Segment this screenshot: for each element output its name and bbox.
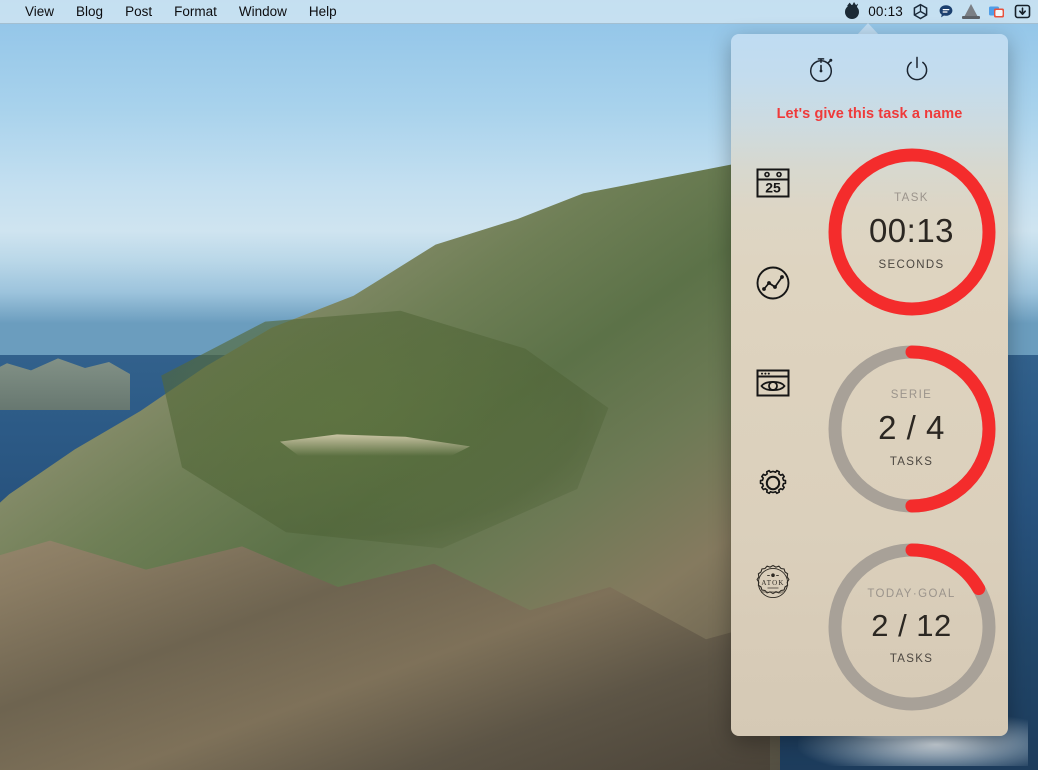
statistics-button[interactable]	[750, 260, 796, 306]
task-name-prompt[interactable]: Let's give this task a name	[731, 106, 1008, 122]
stopwatch-icon	[810, 58, 833, 83]
brand-wordmark: ATOK	[761, 579, 784, 587]
menu-item-view[interactable]: View	[14, 2, 65, 22]
menubar-timer-clock[interactable]: 00:13	[868, 4, 903, 19]
serie-ring-top-label: SERIE	[890, 389, 933, 402]
serie-ring-bottom-label: TASKS	[889, 456, 934, 469]
desktop-screen: View Blog Post Format Window Help 00:13	[0, 0, 1038, 770]
settings-button[interactable]	[750, 460, 796, 506]
serie-ring[interactable]: SERIE 2 / 4 TASKS	[822, 339, 1002, 518]
menu-item-post[interactable]: Post	[114, 2, 163, 22]
progress-rings: TASK 00:13 SECONDS SERIE 2 / 4 TASKS TOD…	[815, 136, 1008, 716]
pomodoro-popover-panel: Let's give this task a name 25 ATOK time…	[731, 34, 1008, 736]
menu-item-format[interactable]: Format	[163, 2, 228, 22]
window-eye-icon	[756, 369, 790, 397]
task-ring-bottom-label: SECONDS	[878, 259, 945, 272]
task-ring[interactable]: TASK 00:13 SECONDS	[822, 142, 1002, 321]
power-button[interactable]	[900, 52, 934, 86]
brand-button[interactable]: ATOK time · manager	[750, 560, 796, 606]
today-goal-ring[interactable]: TODAY·GOAL 2 / 12 TASKS	[822, 537, 1002, 716]
menu-item-help[interactable]: Help	[298, 2, 348, 22]
chat-bubble-icon[interactable]	[938, 4, 954, 20]
menu-bar: View Blog Post Format Window Help 00:13	[0, 0, 1038, 24]
calendar-day-number: 25	[765, 180, 781, 196]
vlc-cone-icon[interactable]	[962, 4, 980, 19]
today-goal-ring-value: 2 / 12	[871, 607, 952, 643]
menu-item-blog[interactable]: Blog	[65, 2, 114, 22]
menu-item-window[interactable]: Window	[228, 2, 298, 22]
today-goal-ring-bottom-label: TASKS	[889, 652, 934, 665]
popover-body: 25 ATOK time · manager TASK 00:13 SECOND…	[731, 136, 1008, 716]
brand-tagline: time · manager	[761, 589, 786, 594]
atok-badge-icon: ATOK time · manager	[756, 564, 790, 598]
today-goal-ring-top-label: TODAY·GOAL	[867, 587, 956, 600]
popover-sidebar: 25 ATOK time · manager	[731, 136, 815, 716]
unity-icon[interactable]	[912, 3, 929, 20]
line-chart-icon	[756, 266, 790, 300]
popover-top-controls	[731, 34, 1008, 90]
download-arrow-icon[interactable]	[1014, 3, 1031, 20]
menu-bar-items: View Blog Post Format Window Help	[0, 2, 348, 22]
serie-ring-value: 2 / 4	[878, 409, 945, 447]
power-icon	[906, 56, 928, 81]
menu-bar-status-area: 00:13	[845, 3, 1038, 20]
calendar-icon: 25	[756, 168, 790, 198]
screen-share-icon[interactable]	[988, 3, 1005, 20]
task-ring-value: 00:13	[868, 212, 955, 250]
preview-button[interactable]	[750, 360, 796, 406]
stopwatch-button[interactable]	[805, 52, 839, 86]
gear-icon	[759, 469, 787, 495]
calendar-button[interactable]: 25	[750, 160, 796, 206]
tomato-icon[interactable]	[845, 4, 860, 19]
task-ring-top-label: TASK	[894, 192, 929, 205]
